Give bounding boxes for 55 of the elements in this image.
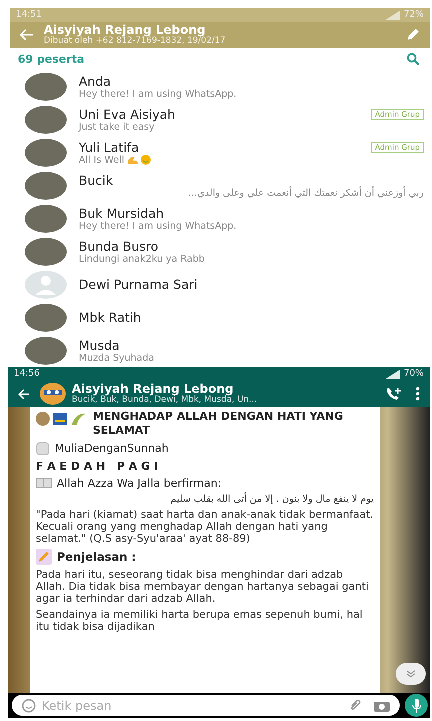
status-time: 14:56 bbox=[14, 369, 40, 379]
message-paragraph: "Pada hari (kiamat) saat harta dan anak-anak tidak bermanfaat. Kecuali orang yang menghadap Allah dengan hati yang selamat." (Q.S asy-Syu'araa' ayat 88-89) bbox=[36, 508, 374, 545]
member-status: Hey there! I am using WhatsApp. bbox=[79, 88, 237, 100]
message-subheading: Penjelasan : bbox=[57, 550, 136, 564]
member-name: Anda bbox=[79, 74, 112, 88]
member-row[interactable]: Musda Muzda Syuhada bbox=[10, 334, 430, 367]
member-name: Musda bbox=[79, 338, 120, 352]
member-name: Yuli Latifa bbox=[79, 140, 140, 154]
pencil-icon bbox=[406, 28, 420, 42]
message-input[interactable]: Ketik pesan bbox=[12, 695, 400, 716]
double-chevron-icon bbox=[406, 670, 416, 678]
member-status: Lindungi anak2ku ya Rabb bbox=[79, 254, 205, 264]
member-row[interactable]: Dewi Purnama Sari bbox=[10, 268, 430, 301]
signal-icon bbox=[386, 10, 400, 20]
chat-title: Aisyiyah Rejang Lebong bbox=[72, 382, 235, 396]
section-title: F A E D A H P A G I bbox=[36, 460, 160, 472]
microphone-icon bbox=[412, 698, 422, 712]
member-status: Hey there! I am using WhatsApp. bbox=[79, 220, 237, 232]
member-row[interactable]: Buk Mursidah Hey there! I am using WhatsApp. bbox=[10, 202, 430, 235]
book-icon bbox=[36, 478, 52, 488]
participants-count: 69 peserta bbox=[18, 52, 85, 66]
message-heading: MENGHADAP ALLAH DENGAN HATI YANG SELAMAT bbox=[93, 410, 344, 438]
member-row[interactable]: Mbk Ratih bbox=[10, 301, 430, 334]
member-status: Muzda Syuhada bbox=[79, 352, 154, 364]
message-paragraph: Pada hari itu, seseorang tidak bisa menghindar dari adzab Allah. Dia tidak bisa membayar dengan hartanya sebagai ganti agar ia terhindar dari adzab Allah. bbox=[36, 568, 370, 605]
member-name: Buk Mursidah bbox=[79, 206, 164, 220]
member-row[interactable]: Anda Hey there! I am using WhatsApp. bbox=[10, 70, 430, 103]
pencil-icon bbox=[36, 548, 52, 565]
member-status: All Is Well bbox=[79, 154, 125, 166]
microphone-button[interactable] bbox=[405, 694, 428, 717]
member-row[interactable]: Bunda Busro Lindungi anak2ku ya Rabb bbox=[10, 235, 430, 268]
smiley-icon bbox=[140, 155, 151, 165]
emoji-icon bbox=[22, 698, 36, 712]
status-time: 14:51 bbox=[16, 10, 42, 20]
menu-icon bbox=[416, 387, 420, 401]
group-title: Aisyiyah Rejang Lebong bbox=[44, 24, 206, 37]
chat-members: Bucik, Buk, Bunda, Dewi, Mbk, Musda, Un... bbox=[72, 396, 258, 406]
scroll-down-button[interactable] bbox=[396, 663, 426, 685]
member-name: Bunda Busro bbox=[79, 238, 159, 254]
member-status: ربي أوزعني أن أشكر نعمتك التي أنعمت علي وعلى والدي... bbox=[188, 188, 424, 198]
emoji-icons bbox=[36, 412, 88, 426]
arabic-verse: يوم لا ينفع مال ولا بنون . إلا من أتى الله بقلب سليم bbox=[170, 494, 374, 504]
hashtag-text: MuliaDenganSunnah bbox=[55, 442, 169, 455]
battery-level: 72% bbox=[404, 10, 424, 20]
battery-level: 70% bbox=[404, 369, 424, 379]
member-status: Just take it easy bbox=[79, 122, 155, 132]
member-name: Mbk Ratih bbox=[79, 310, 142, 325]
group-created-info: Dibuat oleh +62 812-7169-1832, 19/02/17 bbox=[44, 36, 227, 46]
group-avatar-icon bbox=[40, 383, 66, 405]
message-text: Allah Azza Wa Jalla berfirman: bbox=[57, 476, 222, 490]
signal-icon bbox=[386, 370, 400, 378]
message-paragraph: Seandainya ia memiliki harta berupa emas sepenuh bumi, hal itu tidak bisa dijadikan bbox=[36, 608, 364, 633]
member-name: Bucik bbox=[79, 172, 114, 188]
member-name: Uni Eva Aisiyah bbox=[79, 106, 176, 122]
member-name: Dewi Purnama Sari bbox=[79, 277, 198, 292]
